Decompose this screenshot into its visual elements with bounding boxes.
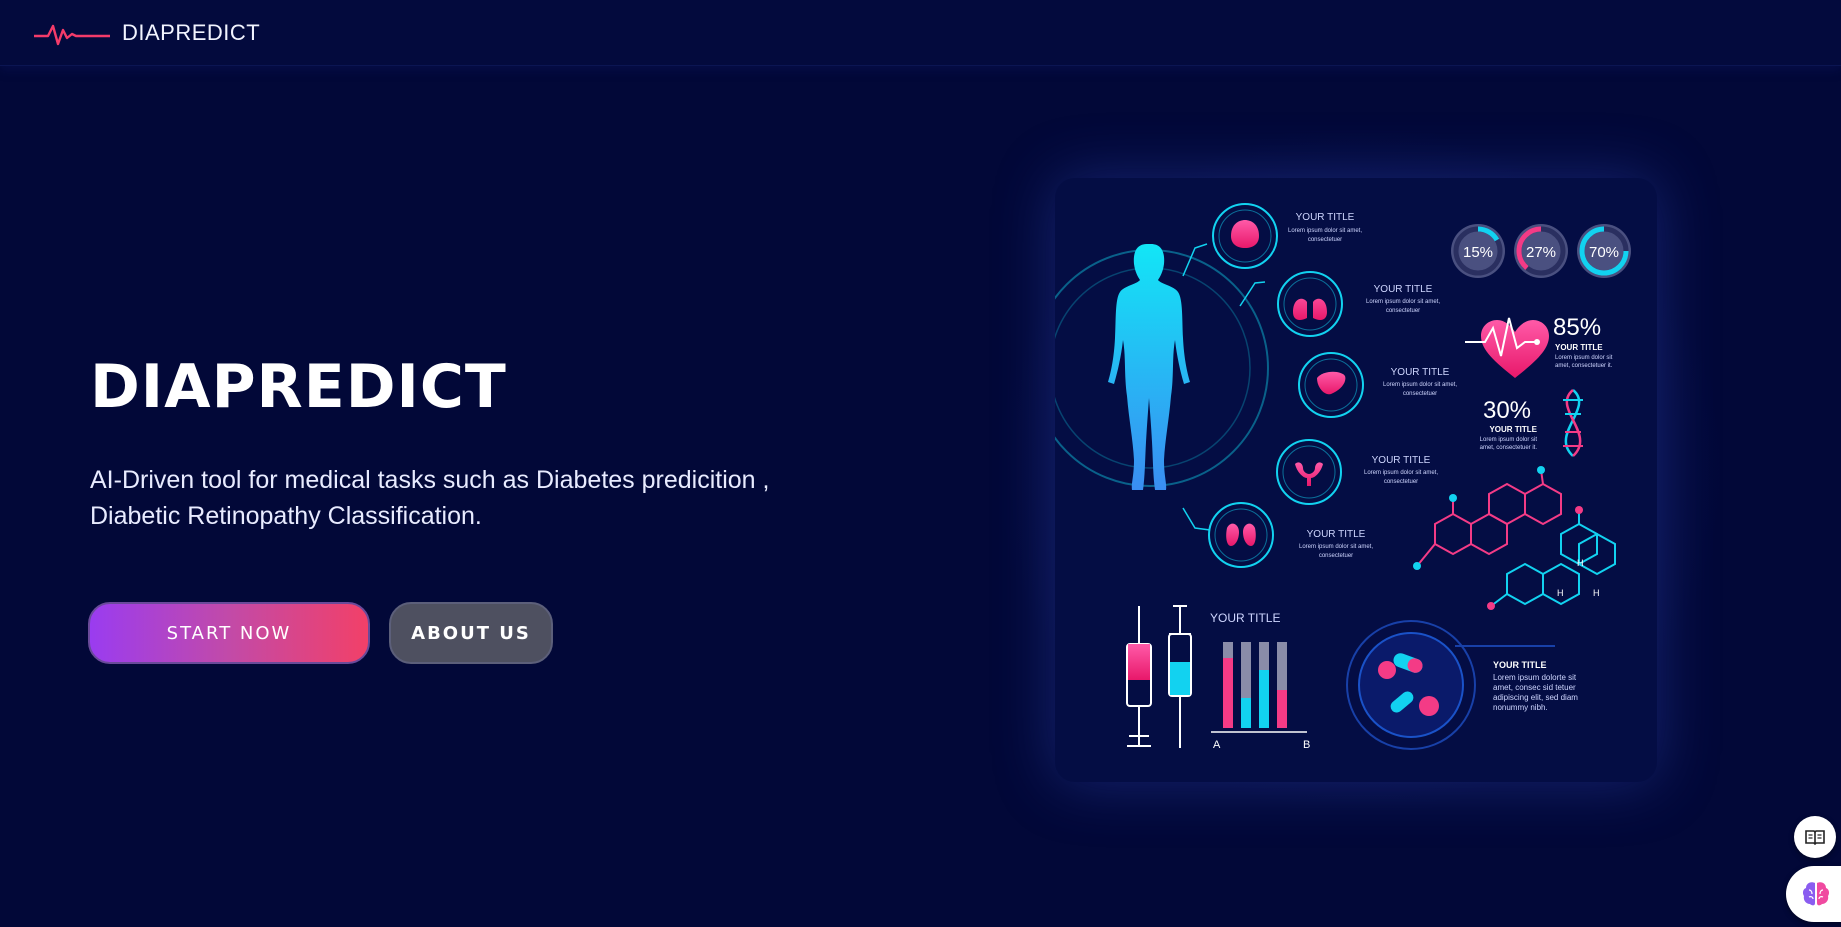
heart-stat: 85% YOUR TITLE Lorem ipsum dolor sit ame… [1465, 314, 1613, 378]
bar-axis-a: A [1213, 739, 1221, 751]
molecule-h-label: H [1557, 588, 1564, 598]
molecule-structure: H H H [1413, 466, 1616, 610]
svg-text:consectetuer: consectetuer [1403, 391, 1437, 397]
organ-title: YOUR TITLE [1391, 367, 1450, 378]
uterus-icon [1295, 462, 1323, 486]
gauge-15: 15% [1451, 224, 1505, 278]
brain-icon [1231, 220, 1259, 248]
heart-percent: 85% [1553, 314, 1601, 341]
molecule-h-label: H [1577, 558, 1584, 568]
gauge-value: 15% [1463, 244, 1493, 261]
brain-icon [1802, 882, 1830, 906]
svg-text:Lorem ipsum dolorte sit: Lorem ipsum dolorte sit [1493, 673, 1577, 682]
hero-description: AI-Driven tool for medical tasks such as… [90, 466, 770, 530]
infographic-canvas: YOUR TITLE Lorem ipsum dolor sit amet, c… [1055, 203, 1631, 751]
ai-assistant-button[interactable] [1786, 866, 1841, 922]
reader-mode-button[interactable] [1794, 816, 1836, 858]
heartbeat-logo-icon[interactable] [34, 18, 110, 48]
body-silhouette-group [1055, 243, 1269, 531]
dna-stat: 30% YOUR TITLE Lorem ipsum dolor sit ame… [1480, 389, 1583, 457]
svg-text:amet, consectetuer it.: amet, consectetuer it. [1555, 363, 1613, 369]
organ-title: YOUR TITLE [1296, 212, 1355, 223]
svg-text:Lorem ipsum dolor sit amet,: Lorem ipsum dolor sit amet, [1366, 299, 1440, 305]
svg-text:amet, consectetuer it.: amet, consectetuer it. [1480, 445, 1538, 451]
kidneys-icon [1226, 523, 1256, 546]
bar-axis-b: B [1303, 739, 1310, 751]
about-us-button[interactable]: ABOUT US [389, 602, 553, 664]
organ-row-uterus: YOUR TITLE Lorem ipsum dolor sit amet, c… [1276, 439, 1438, 505]
lungs-icon [1293, 290, 1327, 320]
svg-text:Lorem ipsum dolor sit amet,: Lorem ipsum dolor sit amet, [1288, 228, 1362, 234]
organ-row-liver: YOUR TITLE Lorem ipsum dolor sit amet, c… [1298, 352, 1457, 418]
gauge-27: 27% [1514, 224, 1568, 278]
svg-text:adipiscing elit, sed diam: adipiscing elit, sed diam [1493, 693, 1578, 702]
svg-text:Lorem ipsum dolor sit: Lorem ipsum dolor sit [1480, 437, 1538, 443]
organ-row-kidneys: YOUR TITLE Lorem ipsum dolor sit amet, c… [1208, 502, 1373, 568]
medical-infographic: YOUR TITLE Lorem ipsum dolor sit amet, c… [1055, 178, 1657, 782]
organ-row-lungs: YOUR TITLE Lorem ipsum dolor sit amet, c… [1277, 271, 1440, 337]
liver-icon [1317, 371, 1346, 395]
book-open-icon [1805, 830, 1825, 846]
svg-text:consectetuer: consectetuer [1384, 479, 1418, 485]
gauge-value: 70% [1589, 244, 1619, 261]
bar-chart-title: YOUR TITLE [1210, 611, 1280, 625]
hero-title: DIAPREDICT [90, 352, 507, 422]
molecule-h-label: H [1593, 588, 1600, 598]
organ-title: YOUR TITLE [1307, 529, 1366, 540]
syringes-icon [1126, 605, 1192, 748]
pills-title: YOUR TITLE [1493, 660, 1547, 670]
svg-text:consectetuer: consectetuer [1308, 237, 1342, 243]
svg-text:Lorem ipsum dolor sit amet,: Lorem ipsum dolor sit amet, [1364, 470, 1438, 476]
svg-text:consectetuer: consectetuer [1386, 308, 1420, 314]
svg-text:Lorem ipsum dolor sit amet,: Lorem ipsum dolor sit amet, [1383, 382, 1457, 388]
pills-panel: YOUR TITLE Lorem ipsum dolorte sit amet,… [1346, 620, 1578, 750]
start-now-button[interactable]: START NOW [88, 602, 370, 664]
gauge-value: 27% [1526, 244, 1556, 261]
gauge-70: 70% [1577, 224, 1631, 278]
brand-name[interactable]: DIAPREDICT [122, 20, 260, 46]
dna-helix-icon [1563, 389, 1583, 457]
svg-text:nonummy nibh.: nonummy nibh. [1493, 703, 1548, 712]
navbar: DIAPREDICT [0, 0, 1841, 66]
dna-percent: 30% [1483, 397, 1531, 424]
svg-text:amet, consec sid tetuer: amet, consec sid tetuer [1493, 683, 1576, 692]
human-body-icon [1108, 244, 1190, 490]
organ-row-brain: YOUR TITLE Lorem ipsum dolor sit amet, c… [1212, 203, 1362, 269]
heart-icon [1481, 320, 1549, 378]
svg-text:Lorem ipsum dolor sit: Lorem ipsum dolor sit [1555, 355, 1613, 361]
organ-title: YOUR TITLE [1374, 284, 1433, 295]
organ-title: YOUR TITLE [1372, 455, 1431, 466]
svg-text:consectetuer: consectetuer [1319, 553, 1353, 559]
svg-text:Lorem ipsum dolor sit amet,: Lorem ipsum dolor sit amet, [1299, 544, 1373, 550]
svg-text:YOUR TITLE: YOUR TITLE [1555, 343, 1603, 352]
svg-text:YOUR TITLE: YOUR TITLE [1489, 425, 1537, 434]
mini-bar-chart: YOUR TITLE A B [1210, 611, 1310, 751]
